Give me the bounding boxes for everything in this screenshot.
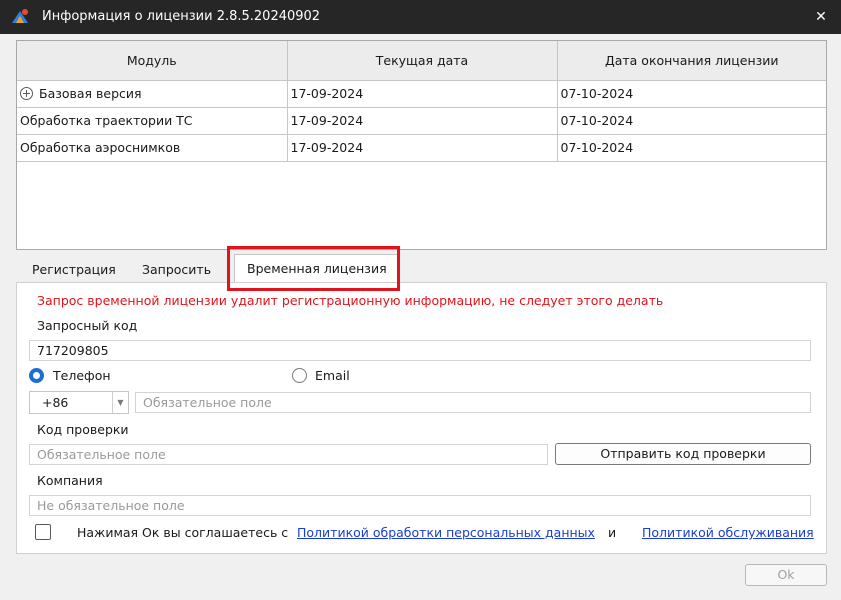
and-text: и [608, 525, 617, 540]
warning-message: Запрос временной лицензии удалит регистр… [37, 293, 664, 308]
country-code-value: +86 [42, 395, 69, 410]
module-cell: Базовая версия [17, 80, 288, 108]
module-name: Базовая версия [39, 86, 142, 101]
license-table: Модуль Текущая дата Дата окончания лицен… [16, 40, 827, 250]
expiry-date-cell: 07-10-2024 [557, 134, 826, 162]
company-input[interactable] [29, 495, 811, 516]
expand-plus-icon[interactable] [20, 87, 33, 100]
column-header-current-date[interactable]: Текущая дата [287, 41, 558, 81]
table-row[interactable]: Обработка аэроснимков 17-09-2024 07-10-2… [17, 134, 826, 162]
tab-temporary-license[interactable]: Временная лицензия [234, 254, 400, 282]
agreement-text: Нажимая Ок вы соглашаетесь с [77, 525, 289, 540]
expiry-date-cell: 07-10-2024 [557, 80, 826, 108]
privacy-policy-link[interactable]: Политикой обработки персональных данных [297, 525, 595, 540]
company-label: Компания [37, 473, 103, 488]
agree-checkbox[interactable] [35, 524, 51, 540]
email-radio[interactable] [292, 368, 307, 383]
tab-strip: Регистрация Запросить Временная лицензия [16, 254, 827, 282]
module-cell: Обработка траектории ТС [17, 107, 288, 135]
tab-registration[interactable]: Регистрация [24, 258, 124, 282]
window-title: Информация о лицензии 2.8.5.20240902 [42, 9, 321, 24]
title-bar: Информация о лицензии 2.8.5.20240902 ✕ [0, 0, 841, 34]
request-code-input[interactable] [29, 340, 811, 361]
service-policy-link[interactable]: Политикой обслуживания [642, 525, 814, 540]
phone-radio[interactable] [29, 368, 44, 383]
send-code-button[interactable]: Отправить код проверки [555, 443, 811, 465]
table-header-row: Модуль Текущая дата Дата окончания лицен… [17, 41, 826, 81]
email-radio-label: Email [315, 368, 350, 383]
request-code-label: Запросный код [37, 318, 138, 333]
column-header-module[interactable]: Модуль [17, 41, 288, 81]
current-date-cell: 17-09-2024 [287, 80, 558, 108]
column-header-expiry-date[interactable]: Дата окончания лицензии [557, 41, 826, 81]
current-date-cell: 17-09-2024 [287, 107, 558, 135]
table-row[interactable]: Обработка траектории ТС 17-09-2024 07-10… [17, 107, 826, 135]
verification-code-label: Код проверки [37, 422, 129, 437]
expiry-date-cell: 07-10-2024 [557, 107, 826, 135]
license-dialog: Информация о лицензии 2.8.5.20240902 ✕ М… [0, 0, 841, 600]
ok-button[interactable]: Ok [745, 564, 827, 586]
country-code-select[interactable]: +86 ▼ [29, 391, 129, 414]
tab-request[interactable]: Запросить [134, 258, 219, 282]
phone-radio-label: Телефон [53, 368, 111, 383]
close-icon[interactable]: ✕ [811, 7, 831, 27]
app-logo-icon [12, 9, 28, 23]
table-row[interactable]: Базовая версия 17-09-2024 07-10-2024 [17, 80, 826, 108]
module-cell: Обработка аэроснимков [17, 134, 288, 162]
verification-code-input[interactable] [29, 444, 548, 465]
chevron-down-icon[interactable]: ▼ [112, 392, 128, 413]
current-date-cell: 17-09-2024 [287, 134, 558, 162]
phone-input[interactable] [135, 392, 811, 413]
